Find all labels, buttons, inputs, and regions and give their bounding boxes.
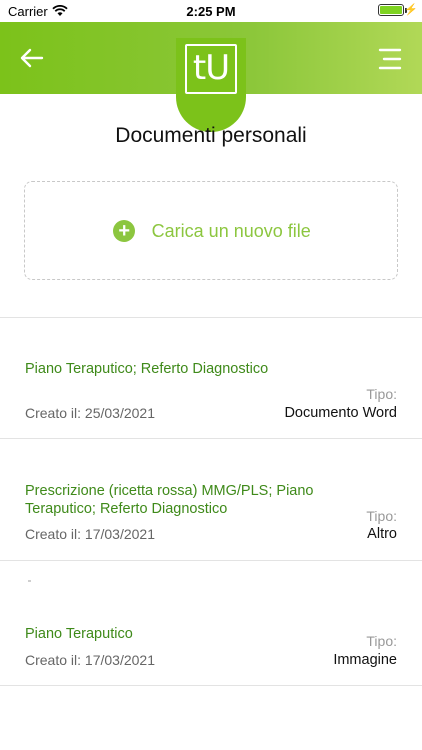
type-label: Tipo: [366, 386, 397, 402]
document-title: Prescrizione (ricetta rossa) MMG/PLS; Pi… [25, 483, 314, 517]
clock: 2:25 PM [186, 4, 236, 19]
arrow-left-icon [20, 48, 44, 68]
upload-file-button[interactable]: + Carica un nuovo file [24, 181, 398, 280]
list-item[interactable]: Piano Teraputico Creato il: 17/03/2021 T… [0, 561, 422, 685]
document-date: Creato il: 17/03/2021 [25, 652, 155, 668]
back-button[interactable] [18, 46, 46, 70]
document-title: Piano Teraputico [25, 626, 133, 642]
status-bar: Carrier 2:25 PM ⚡ [0, 0, 422, 22]
battery-icon [378, 4, 407, 16]
upload-label: Carica un nuovo file [151, 220, 311, 241]
logo-text: tU [185, 44, 237, 94]
list-item[interactable]: Piano Teraputico; Referto Diagnostico Cr… [0, 318, 422, 438]
type-label: Tipo: [366, 508, 397, 524]
charging-icon: ⚡ [404, 4, 418, 16]
menu-button[interactable] [378, 48, 402, 70]
type-value: Documento Word [284, 405, 397, 421]
type-value: Altro [367, 526, 397, 542]
type-value: Immagine [333, 652, 397, 668]
document-date: Creato il: 25/03/2021 [25, 405, 155, 421]
hamburger-menu-icon [378, 48, 402, 70]
plus-circle-icon: + [113, 220, 136, 242]
list-item[interactable]: Prescrizione (ricetta rossa) MMG/PLS; Pi… [0, 439, 422, 560]
app-header: tU [0, 22, 422, 132]
app-logo: tU [176, 38, 246, 132]
document-date: Creato il: 17/03/2021 [25, 526, 155, 542]
page-title: Documenti personali [115, 124, 307, 147]
document-title: Piano Teraputico; Referto Diagnostico [25, 361, 269, 377]
type-label: Tipo: [366, 633, 397, 649]
divider [0, 685, 422, 686]
